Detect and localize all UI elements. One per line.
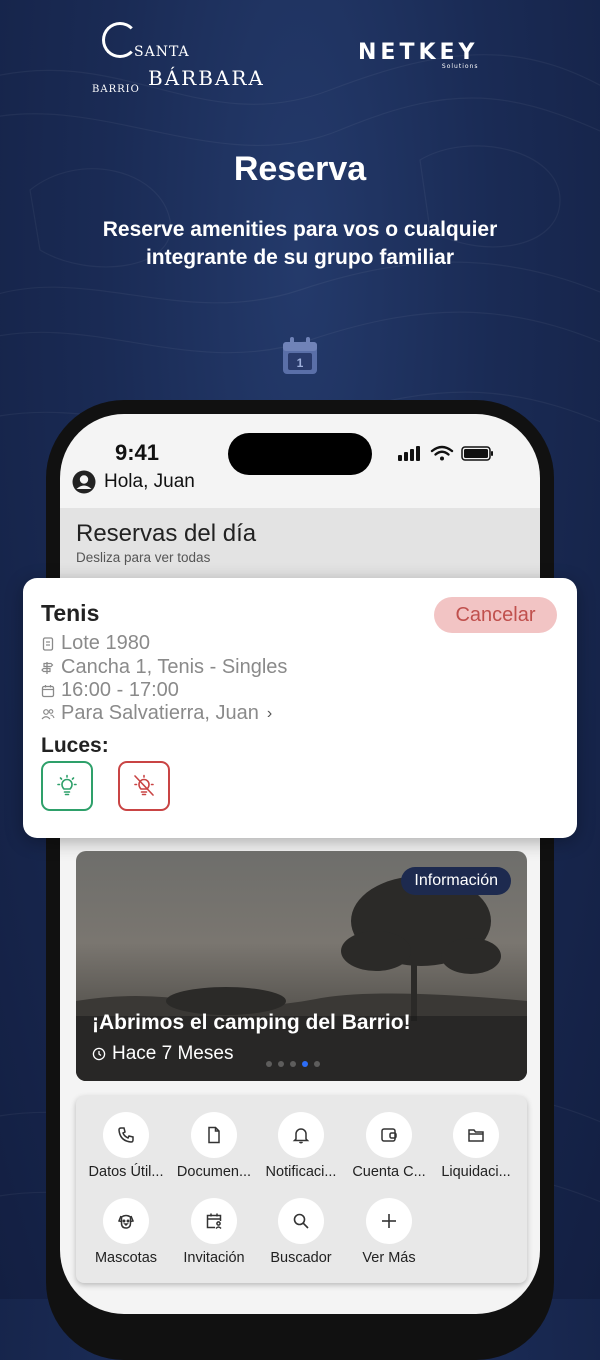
wallet-icon [381,1128,397,1142]
news-carousel-card[interactable]: Información ¡Abrimos el camping del Barr… [76,851,527,1081]
menu-item-label: Liquidaci... [441,1164,511,1180]
reservations-title: Reservas del día [76,520,257,547]
reservations-hint: Desliza para ver todas [76,550,211,565]
lights-label: Luces: [41,734,109,757]
reservation-title: Tenis [41,600,100,626]
plus-icon [382,1214,396,1228]
carousel-dot[interactable] [266,1061,272,1067]
logo-main-word: BÁRBARA [148,66,265,90]
calendar-user-icon [206,1213,222,1230]
folder-icon [468,1129,484,1142]
for-whom-text: Para Salvatierra, Juan [61,702,259,724]
menu-item-label: Notificaci... [265,1164,337,1180]
barrio-santa-barbara-logo: BARRIO SANTA BÁRBARA [92,22,263,95]
search-icon [293,1213,309,1229]
reservation-for[interactable]: Para Salvatierra, Juan › [41,702,272,725]
menu-item-label: Ver Más [362,1250,416,1266]
menu-item-label: Cuenta C... [352,1164,426,1180]
menu-item-label: Datos Útil... [88,1164,164,1180]
chevron-right-icon: › [266,704,273,722]
hero-subtitle: Reserve amenities para vos o cualquier i… [102,218,498,269]
netkey-wordmark: NETKEY [358,40,479,65]
info-badge[interactable]: Información [401,867,511,895]
menu-item-notificaciones[interactable]: Notificaci... [257,1112,345,1180]
reservation-card[interactable]: Tenis Cancelar Lote 1980 Cancha 1, Tenis… [23,578,577,838]
time-range-text: 16:00 - 17:00 [61,679,179,701]
menu-item-label: Mascotas [94,1250,158,1266]
menu-item-liquidaciones[interactable]: Liquidaci... [432,1112,520,1180]
hero-title: Reserva [233,150,367,188]
menu-item-label: Buscador [270,1250,332,1266]
clock-icon [92,1047,106,1061]
carousel-dot[interactable] [314,1061,320,1067]
carousel-dot-active[interactable] [302,1061,308,1067]
users-icon [41,708,55,719]
carousel-dots [266,1061,320,1067]
reservation-court: Cancha 1, Tenis - Singles [41,656,287,679]
signal-icon [398,446,420,461]
signpost-icon [41,661,54,674]
status-icons [398,444,498,462]
avatar-icon [72,470,96,494]
lights-on-button[interactable] [41,761,93,811]
menu-item-documentos[interactable]: Documen... [170,1112,258,1180]
swirl-logo-icon [102,22,138,58]
bell-icon [292,1128,310,1144]
dog-icon [117,1214,135,1229]
logo-top-word: SANTA [134,44,190,60]
carousel-dot[interactable] [278,1061,284,1067]
menu-item-cuenta-corriente[interactable]: Cuenta C... [345,1112,433,1180]
reservation-lot: Lote 1980 [41,632,150,655]
menu-item-datos-utiles[interactable]: Datos Útil... [82,1112,170,1180]
news-title: ¡Abrimos el camping del Barrio! [92,1011,411,1034]
calendar-day: 1 [297,356,304,370]
calendar-icon: 1 [281,336,319,376]
greeting-text: Hola, Juan [104,471,195,492]
battery-icon [461,446,493,461]
menu-item-label: Documen... [176,1164,252,1180]
calendar-small-icon [41,684,55,697]
wifi-icon [430,445,454,456]
phone-icon [118,1127,134,1143]
menu-item-invitacion[interactable]: Invitación [170,1198,258,1266]
quick-access-menu: Datos Útil... Documen... Notificaci... C… [76,1096,527,1283]
reservation-time: 16:00 - 17:00 [41,679,179,702]
lightbulb-on-icon [57,774,77,796]
carousel-dot[interactable] [290,1061,296,1067]
greeting[interactable]: Hola, Juan [72,470,195,494]
menu-item-buscador[interactable]: Buscador [257,1198,345,1266]
menu-item-mascotas[interactable]: Mascotas [82,1198,170,1266]
cancel-button[interactable]: Cancelar [434,597,557,633]
news-time: Hace 7 Meses [92,1043,233,1065]
netkey-logo: NETKEY Solutions [358,40,478,70]
logo-prefix: BARRIO [92,84,140,95]
document-icon [208,1126,220,1144]
lights-off-button[interactable] [118,761,170,811]
document-icon [42,636,54,651]
news-time-text: Hace 7 Meses [112,1043,234,1064]
menu-item-ver-mas[interactable]: Ver Más [345,1198,433,1266]
lot-text: Lote 1980 [61,632,150,654]
lightbulb-off-icon [134,774,154,796]
status-time: 9:41 [115,440,160,465]
menu-item-label: Invitación [183,1250,245,1266]
court-text: Cancha 1, Tenis - Singles [61,656,288,678]
dynamic-island [228,433,372,475]
